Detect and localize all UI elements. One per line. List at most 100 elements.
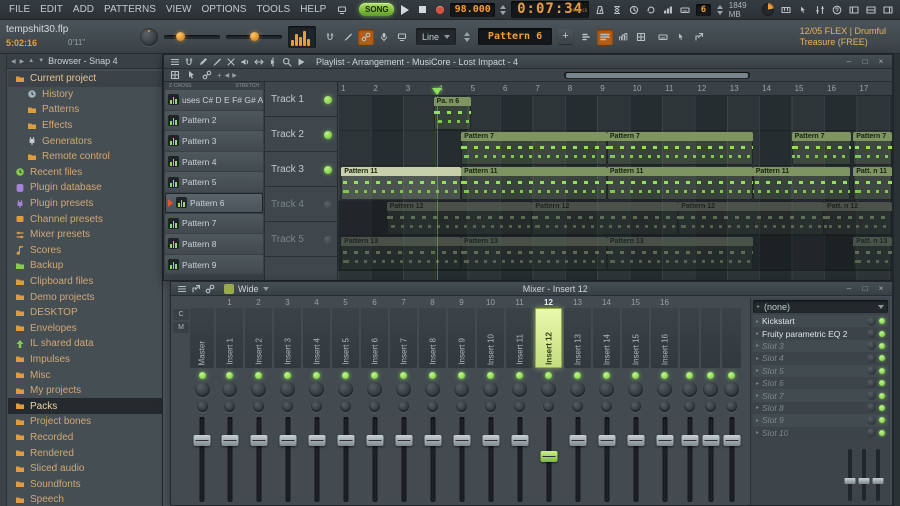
pattern-list-item[interactable]: Pattern 5 bbox=[165, 172, 263, 192]
track-enable-led[interactable] bbox=[324, 201, 332, 209]
typing-keyboard-icon[interactable] bbox=[655, 29, 671, 45]
browser-item[interactable]: Mixer presets bbox=[8, 227, 162, 243]
fader-cap[interactable] bbox=[569, 435, 586, 446]
volume-fader[interactable] bbox=[274, 415, 301, 505]
menu-add[interactable]: ADD bbox=[68, 0, 99, 20]
mixer-strip[interactable]: 16 Insert 16 bbox=[650, 298, 679, 505]
stereo-sep-knob[interactable] bbox=[684, 401, 695, 412]
pattern-clip[interactable]: Pattern 13 bbox=[341, 237, 462, 270]
mixer-strip-name[interactable]: Insert 1 bbox=[216, 308, 243, 368]
strip-enable-led[interactable] bbox=[516, 372, 523, 379]
fx-slot[interactable]: ▸ Slot 6 bbox=[753, 376, 888, 390]
workspace-mid-icon[interactable] bbox=[863, 2, 879, 18]
pattern-clip[interactable]: Patt. n 12 bbox=[824, 202, 892, 235]
fader-cap[interactable] bbox=[453, 435, 470, 446]
scroll-left-icon[interactable]: ◀ bbox=[225, 72, 230, 79]
maximize-icon[interactable]: □ bbox=[858, 283, 872, 294]
pan-knob[interactable] bbox=[454, 382, 469, 397]
fx-enable-led[interactable] bbox=[879, 367, 885, 374]
track-enable-led[interactable] bbox=[324, 166, 332, 174]
stereo-sep-knob[interactable] bbox=[726, 401, 737, 412]
pattern-stepper[interactable] bbox=[500, 4, 507, 15]
mixer-strip-name[interactable]: Insert 12 bbox=[535, 308, 562, 368]
pan-knob[interactable] bbox=[222, 382, 237, 397]
pattern-list-item[interactable]: Pattern 8 bbox=[165, 234, 263, 254]
fx-mix-knob[interactable] bbox=[867, 415, 876, 425]
menu-view[interactable]: VIEW bbox=[161, 0, 197, 20]
playhead-marker[interactable] bbox=[432, 88, 443, 95]
stereo-sep-knob[interactable] bbox=[196, 401, 208, 412]
browser-item[interactable]: Current project bbox=[8, 71, 162, 87]
pattern-select-stepper[interactable] bbox=[464, 31, 471, 42]
fx-mix-knob[interactable] bbox=[867, 428, 876, 438]
forward-icon[interactable]: ▶ bbox=[20, 58, 25, 65]
fx-enable-led[interactable] bbox=[879, 392, 885, 399]
mixer-strip-name[interactable]: Insert 14 bbox=[593, 308, 620, 368]
pattern-list-item[interactable]: Pattern 2 bbox=[165, 110, 263, 131]
mixer-strip[interactable]: 7 Insert 7 bbox=[389, 298, 418, 505]
browser-item[interactable]: Clipboard files bbox=[8, 274, 162, 290]
pattern-clip[interactable]: Pattern 11 bbox=[606, 167, 753, 200]
fader-cap[interactable] bbox=[540, 451, 557, 462]
pattern-clip[interactable]: Pattern 11 bbox=[341, 167, 462, 200]
fx-mix-knob[interactable] bbox=[867, 391, 876, 401]
volume-fader[interactable] bbox=[332, 415, 359, 505]
selector-stepper[interactable] bbox=[716, 4, 723, 15]
browser-item[interactable]: Demo projects bbox=[8, 289, 162, 305]
pattern-clip[interactable]: Pa. n 6 bbox=[433, 97, 471, 130]
fader-cap[interactable] bbox=[681, 435, 698, 446]
close-icon[interactable]: × bbox=[874, 56, 888, 67]
fx-slot[interactable]: ▸ Fruity parametric EQ 2 bbox=[753, 327, 888, 340]
volume-fader[interactable] bbox=[419, 415, 446, 505]
mixer-strip[interactable] bbox=[700, 298, 721, 505]
pattern-clip[interactable]: Pattern 12 bbox=[532, 202, 679, 235]
send-fader[interactable] bbox=[844, 449, 856, 501]
fx-slot[interactable]: ▸ Slot 3 bbox=[753, 339, 888, 353]
stereo-sep-knob[interactable] bbox=[224, 401, 235, 412]
track-header[interactable]: Track 2 bbox=[265, 117, 337, 152]
mixer-strip-name[interactable]: Master bbox=[190, 308, 214, 368]
mixer-strip-name[interactable]: Insert 10 bbox=[477, 308, 504, 368]
pattern-clip[interactable]: Patt. n 13 bbox=[853, 237, 892, 270]
stereo-sep-knob[interactable] bbox=[282, 401, 293, 412]
pan-knob[interactable] bbox=[367, 382, 382, 397]
mixer-m-button[interactable]: M bbox=[173, 322, 189, 333]
track-header[interactable]: Track 3 bbox=[265, 152, 337, 187]
mixer-strip-name[interactable]: Insert 6 bbox=[361, 308, 388, 368]
step-edit-icon[interactable] bbox=[660, 2, 676, 18]
browser-item[interactable]: DESKTOP bbox=[8, 305, 162, 321]
fader-cap[interactable] bbox=[221, 435, 238, 446]
volume-fader[interactable] bbox=[448, 415, 475, 505]
browser-item[interactable]: Plugin presets bbox=[8, 196, 162, 212]
piano-roll-icon[interactable] bbox=[597, 28, 614, 45]
expand-icon[interactable]: ▼ bbox=[38, 58, 44, 64]
menu-tools[interactable]: TOOLS bbox=[251, 0, 295, 20]
mixer-strip[interactable]: Master bbox=[189, 298, 215, 505]
mic-icon[interactable] bbox=[376, 29, 392, 45]
menu-icon[interactable] bbox=[175, 283, 188, 295]
pattern-clip[interactable]: Pattern 7 bbox=[853, 132, 892, 165]
mixer-titlebar[interactable]: Wide Mixer - Insert 12 – □ × bbox=[171, 282, 892, 296]
track-enable-led[interactable] bbox=[324, 96, 332, 104]
track-header[interactable]: Track 4 bbox=[265, 187, 337, 222]
fader-cap[interactable] bbox=[279, 435, 296, 446]
mixer-strip[interactable]: 12 Insert 12 bbox=[534, 298, 563, 505]
volume-fader[interactable] bbox=[190, 415, 214, 505]
close-icon[interactable]: × bbox=[874, 283, 888, 294]
browser-item[interactable]: Remote control bbox=[8, 149, 162, 165]
browser-item[interactable]: Impulses bbox=[8, 352, 162, 368]
mixer-strip-name[interactable] bbox=[680, 308, 699, 368]
browser-item[interactable]: Packs bbox=[8, 398, 162, 415]
mixer-strip-name[interactable]: Insert 3 bbox=[274, 308, 301, 368]
stereo-sep-knob[interactable] bbox=[601, 401, 612, 412]
mixer-strip-name[interactable]: Insert 16 bbox=[651, 308, 678, 368]
volume-fader[interactable] bbox=[722, 415, 741, 505]
add-marker-button[interactable]: + bbox=[217, 71, 222, 80]
help-icon[interactable] bbox=[829, 2, 845, 18]
main-pitch-slider[interactable] bbox=[226, 31, 282, 41]
fx-mix-knob[interactable] bbox=[867, 366, 876, 376]
strip-enable-led[interactable] bbox=[545, 372, 552, 379]
mixer-strip[interactable]: 6 Insert 6 bbox=[360, 298, 389, 505]
pointer-icon[interactable] bbox=[184, 70, 198, 81]
pattern-clip[interactable]: Pattern 12 bbox=[678, 202, 824, 235]
